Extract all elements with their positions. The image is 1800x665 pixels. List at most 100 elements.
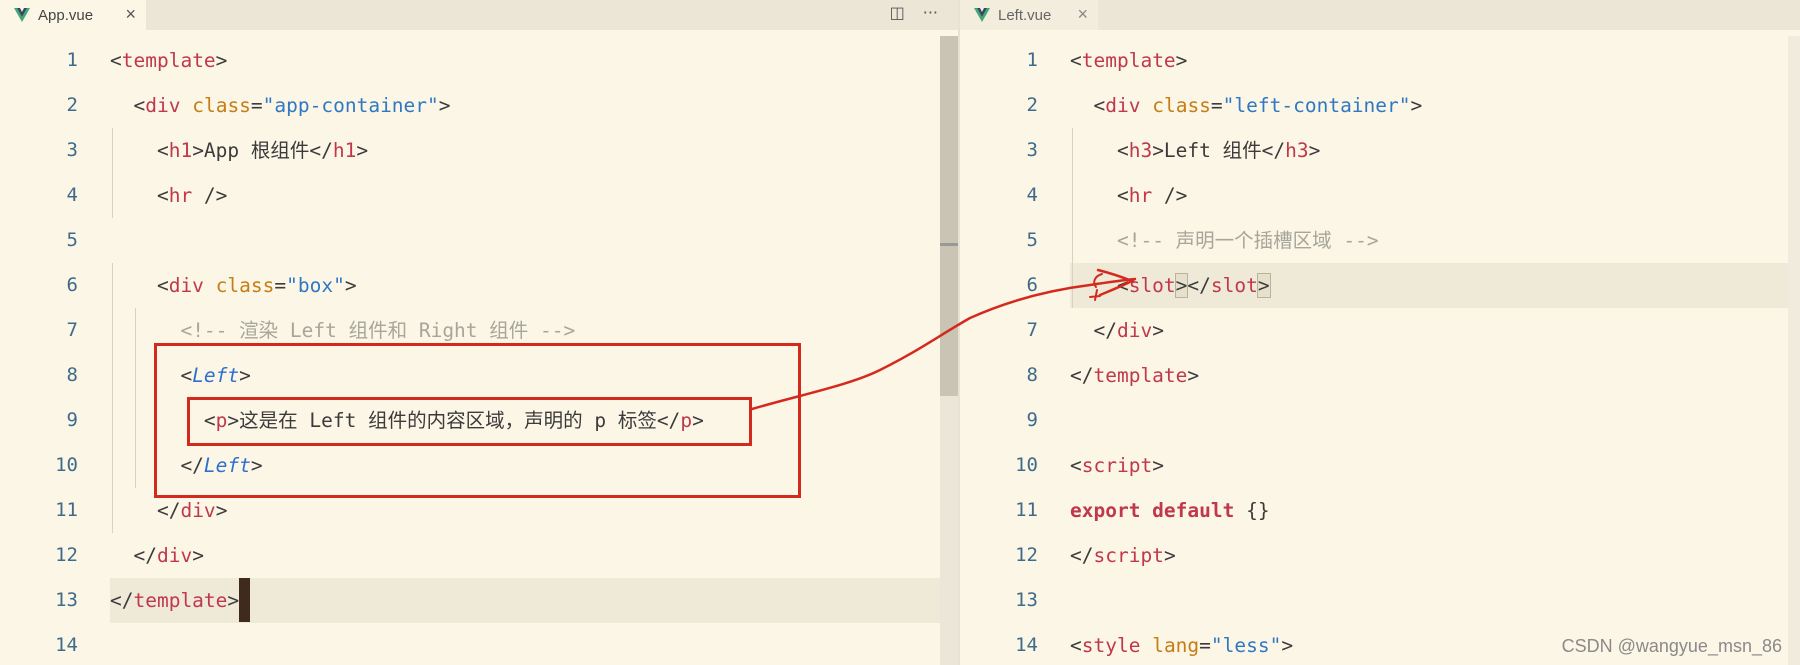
code-token: {}	[1234, 499, 1270, 522]
annotation-box-p-tag	[187, 397, 752, 446]
code-text: <div class="left-container">	[1070, 83, 1422, 128]
code-token: >	[1410, 94, 1423, 117]
close-icon[interactable]: ×	[125, 4, 136, 24]
line-number: 12	[1015, 544, 1038, 566]
line-number: 11	[1015, 499, 1038, 521]
code-text: export default {}	[1070, 488, 1270, 533]
code-line[interactable]: 1 <template>	[0, 38, 958, 83]
code-token: h1	[332, 139, 357, 162]
code-text: <!-- 声明一个插槽区域 -->	[1070, 218, 1379, 263]
code-token: >	[438, 94, 451, 117]
code-token: <	[1070, 634, 1082, 657]
code-line[interactable]: 11 export default {}	[960, 488, 1800, 533]
code-line[interactable]: 7 </div>	[960, 308, 1800, 353]
code-line[interactable]: 6 <div class="box">	[0, 263, 958, 308]
code-token: <	[110, 184, 169, 207]
code-token: </	[110, 544, 157, 567]
tab-left-vue[interactable]: Left.vue ×	[960, 0, 1098, 30]
code-line[interactable]: 14	[0, 623, 958, 665]
code-token: >	[1163, 544, 1176, 567]
code-line[interactable]: 5	[0, 218, 958, 263]
code-token: >	[1174, 273, 1189, 298]
code-text: <template>	[110, 38, 227, 83]
text-cursor	[239, 578, 251, 622]
code-line[interactable]: 10 <script>	[960, 443, 1800, 488]
code-token: "box"	[286, 274, 345, 297]
code-token: <	[110, 94, 146, 117]
code-line[interactable]: 2 <div class="left-container">	[960, 83, 1800, 128]
tab-app-vue[interactable]: App.vue ×	[0, 0, 146, 30]
code-token: slot	[1210, 274, 1258, 297]
vertical-scrollbar[interactable]	[1788, 36, 1800, 665]
code-line[interactable]: 8 </template>	[960, 353, 1800, 398]
code-text: <div class="app-container">	[110, 83, 451, 128]
code-line[interactable]: 13	[960, 578, 1800, 623]
code-line[interactable]: 12 </div>	[0, 533, 958, 578]
code-token: script	[1081, 454, 1153, 477]
code-line[interactable]: 2 <div class="app-container">	[0, 83, 958, 128]
more-actions-icon[interactable]: ···	[923, 3, 938, 22]
line-number: 8	[1026, 364, 1038, 386]
code-text: </template>	[110, 578, 251, 623]
split-editor-icon[interactable]: ◫	[890, 3, 905, 22]
line-number: 5	[66, 229, 78, 251]
vue-logo-icon	[974, 8, 990, 22]
code-text: </div>	[1070, 308, 1163, 353]
code-line[interactable]: 3 <h3>Left 组件</h3>	[960, 128, 1800, 173]
code-token: <	[110, 49, 122, 72]
tab-bar: App.vue × ◫ ···	[0, 0, 958, 30]
code-line[interactable]: 4 <hr />	[0, 173, 958, 218]
code-token: <	[1070, 139, 1129, 162]
code-line[interactable]: 3 <h1>App 根组件</h1>	[0, 128, 958, 173]
code-token: />	[1152, 184, 1188, 207]
code-token: template	[133, 589, 228, 612]
code-line[interactable]: 1 <template>	[960, 38, 1800, 83]
line-number: 4	[66, 184, 78, 206]
code-token: >	[1187, 364, 1200, 387]
tab-label: App.vue	[38, 6, 94, 24]
code-token: export default	[1070, 499, 1235, 522]
code-line[interactable]: 12 </script>	[960, 533, 1800, 578]
line-number: 7	[66, 319, 78, 341]
line-number: 9	[66, 409, 78, 431]
line-number: 1	[1026, 49, 1038, 71]
scrollbar-thumb[interactable]	[940, 36, 958, 396]
line-number: 14	[1015, 634, 1038, 656]
line-number: 10	[1015, 454, 1038, 476]
code-text: <h1>App 根组件</h1>	[110, 128, 368, 173]
line-number: 14	[55, 634, 78, 656]
line-number: 12	[55, 544, 78, 566]
code-text: <hr />	[1070, 173, 1187, 218]
code-token: <	[110, 139, 169, 162]
code-token: >	[215, 49, 228, 72]
vertical-scrollbar[interactable]	[940, 36, 958, 665]
code-token: >App 根组件</	[192, 139, 333, 162]
code-token: <	[1070, 184, 1129, 207]
code-text: <style lang="less">	[1070, 623, 1293, 665]
code-token: >	[1256, 273, 1271, 298]
close-icon[interactable]: ×	[1077, 4, 1088, 24]
tab-label: Left.vue	[998, 6, 1052, 24]
code-line[interactable]: 5 <!-- 声明一个插槽区域 -->	[960, 218, 1800, 263]
code-token: </	[110, 589, 134, 612]
code-token: =	[250, 94, 263, 117]
code-token: template	[1081, 49, 1176, 72]
editor-pane-left-vue: Left.vue × 1 <template> 2 <div class="left…	[960, 0, 1800, 665]
code-token: div	[156, 544, 193, 567]
code-line[interactable]: 4 <hr />	[960, 173, 1800, 218]
code-line[interactable]: 9	[960, 398, 1800, 443]
line-number: 4	[1026, 184, 1038, 206]
code-token: >	[215, 499, 228, 522]
code-token: >	[1152, 454, 1164, 477]
line-number: 9	[1026, 409, 1038, 431]
code-line[interactable]: 6 <slot></slot>	[1027, 263, 1800, 308]
line-number: 11	[55, 499, 78, 521]
code-token: >	[356, 139, 369, 162]
line-number: 10	[55, 454, 78, 476]
line-number: 6	[1026, 274, 1038, 296]
code-line[interactable]: 13 </template>	[55, 578, 958, 623]
